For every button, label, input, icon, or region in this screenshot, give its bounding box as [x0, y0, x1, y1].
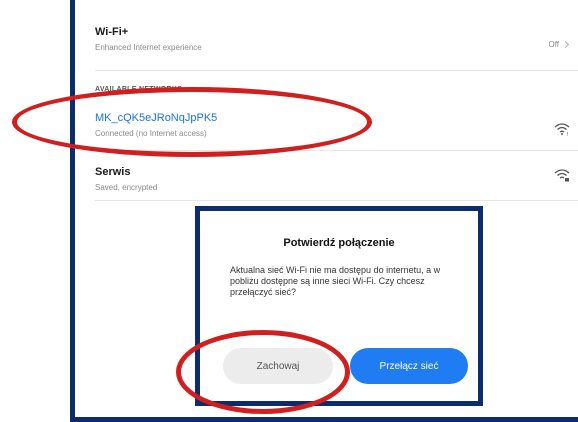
dialog-message: Aktualna sieć Wi-Fi nie ma dostępu do in…	[230, 265, 441, 297]
svg-text:!: !	[567, 132, 569, 136]
chevron-right-icon	[561, 40, 570, 49]
network-status: Saved, encrypted	[95, 183, 158, 192]
switch-network-button[interactable]: Przełącz sieć	[350, 348, 468, 384]
wifiplus-status-label: Off	[548, 40, 559, 49]
confirm-connection-dialog: Potwierdź połączenie Aktualna sieć Wi-Fi…	[195, 206, 483, 406]
network-ssid: Serwis	[95, 166, 131, 178]
network-item-connected[interactable]: MK_cQK5eJRoNqJpPK5 Connected (no Interne…	[80, 112, 578, 138]
divider	[95, 200, 578, 201]
divider	[95, 70, 578, 71]
keep-button[interactable]: Zachowaj	[223, 348, 333, 384]
dialog-title: Potwierdź połączenie	[283, 237, 395, 249]
wifiplus-row[interactable]: Wi-Fi+ Enhanced Internet experience	[80, 26, 578, 52]
network-status: Connected (no Internet access)	[95, 129, 207, 138]
available-networks-header: AVAILABLE NETWORKS	[95, 86, 183, 93]
wifi-locked-icon	[554, 169, 570, 182]
network-ssid: MK_cQK5eJRoNqJpPK5	[95, 112, 218, 124]
network-item-serwis[interactable]: Serwis Saved, encrypted	[80, 166, 578, 192]
wifiplus-title: Wi-Fi+	[95, 26, 129, 38]
wifiplus-subtitle: Enhanced Internet experience	[95, 43, 202, 52]
wifiplus-status[interactable]: Off	[548, 40, 570, 49]
divider	[95, 150, 578, 151]
wifi-no-internet-icon: !	[554, 123, 570, 136]
